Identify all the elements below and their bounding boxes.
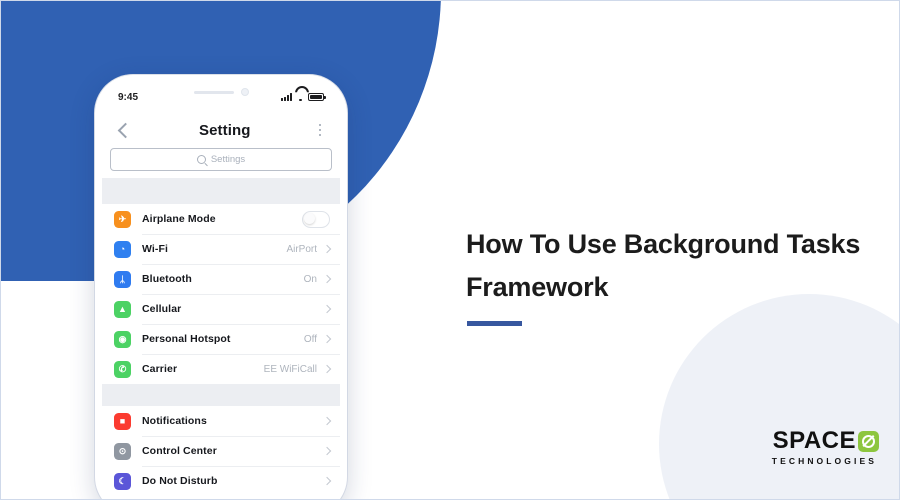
settings-row-label: Bluetooth [142,273,192,285]
brand-logo: SPACE TECHNOLOGIES [772,429,879,466]
banner-canvas: 9:45 Setting Settings ✈ Airplane Mode ◔ … [0,0,900,500]
status-indicators [281,93,326,101]
settings-row[interactable]: ◉ Personal Hotspot Off [102,324,340,354]
settings-row-label: Wi-Fi [142,243,169,255]
search-bar-container: Settings [102,148,340,178]
phone-icon: ✆ [114,360,131,378]
cellular-icon: ▲ [114,300,131,318]
settings-row-value: On [303,273,317,285]
overflow-menu-icon[interactable] [318,123,326,137]
logo-wordmark-row: SPACE [772,429,879,453]
settings-row-label: Control Center [142,445,217,457]
bluetooth-icon: ᛦ [114,270,131,288]
wifi-icon: ◔ [114,240,131,258]
settings-row-label: Carrier [142,363,178,375]
settings-group-connectivity: ✈ Airplane Mode ◔ Wi-Fi AirPort ᛦ Bluetooth On ▲… [102,204,340,384]
logo-tagline: TECHNOLOGIES [771,456,877,466]
earpiece-speaker-icon [193,90,234,94]
notifications-icon: ■ [114,412,131,430]
settings-row[interactable]: ▲ Cellular [102,294,340,324]
settings-row-label: Cellular [142,303,182,315]
chevron-right-icon [322,244,332,254]
chevron-right-icon [322,476,332,486]
settings-row-label: Personal Hotspot [142,333,231,345]
settings-row[interactable]: ⊙ Control Center [102,436,340,466]
settings-row[interactable]: ☾ Do Not Disturb [102,466,340,496]
cellular-bars-icon [281,93,292,101]
headline: How To Use Background Tasks Framework [466,229,861,302]
phone-notch [167,82,275,102]
list-section-gap [102,178,340,204]
settings-row-value: Off [303,333,317,345]
phone-mockup: 9:45 Setting Settings ✈ Airplane Mode ◔ … [95,75,347,499]
settings-row[interactable]: ✈ Airplane Mode [102,204,340,234]
airplane-icon: ✈ [114,210,131,228]
settings-row-value: AirPort [286,243,317,255]
settings-row-toggle[interactable] [302,210,330,228]
settings-row-label: Do Not Disturb [142,475,218,487]
chevron-right-icon [322,416,332,426]
search-icon [196,155,206,164]
phone-screen: 9:45 Setting Settings ✈ Airplane Mode ◔ … [102,82,340,499]
search-input[interactable]: Settings [110,148,332,171]
page-title: Setting [198,121,251,139]
space-o-mark-icon [858,430,879,452]
logo-wordmark: SPACE [772,427,856,454]
settings-row[interactable]: ✆ Carrier EE WiFiCall [102,354,340,384]
settings-row[interactable]: ᛦ Bluetooth On [102,264,340,294]
settings-row[interactable]: ■ Notifications [102,406,340,436]
chevron-right-icon [322,364,332,374]
chevron-right-icon [322,446,332,456]
list-section-gap-2 [102,384,340,406]
accent-underline [467,321,522,326]
settings-row[interactable]: ◔ Wi-Fi AirPort [102,234,340,264]
control-center-icon: ⊙ [114,442,131,460]
settings-row-value: EE WiFiCall [263,363,317,375]
chevron-left-icon[interactable] [117,122,134,138]
moon-icon: ☾ [114,472,131,490]
navigation-bar: Setting [102,112,340,148]
hotspot-icon: ◉ [114,330,131,348]
chevron-right-icon [322,304,332,314]
front-camera-icon [240,88,249,96]
settings-group-notifications: ■ Notifications ⊙ Control Center ☾ Do Not Dis… [102,406,340,496]
battery-icon [308,93,326,101]
chevron-right-icon [322,334,332,344]
settings-row-label: Notifications [142,415,207,427]
chevron-right-icon [322,274,332,284]
search-placeholder: Settings [210,154,246,165]
settings-row-label: Airplane Mode [142,213,216,225]
light-circle-decoration [659,294,899,499]
wifi-icon [295,93,305,101]
status-time: 9:45 [118,91,139,103]
